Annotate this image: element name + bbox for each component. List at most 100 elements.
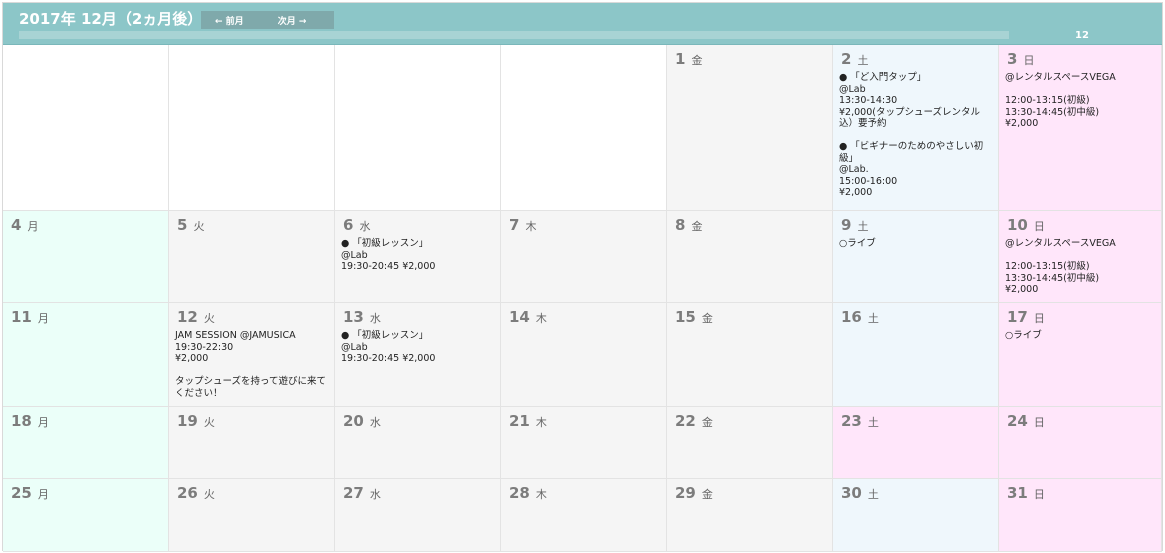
day-number-value: 15 [675,308,696,326]
day-cell[interactable]: 9 土 ○ライブ [833,211,999,303]
day-number-value: 25 [11,484,32,502]
day-number: 22 金 [675,412,713,430]
day-number-value: 5 [177,216,188,234]
day-number: 2土 [841,50,868,68]
day-number: 4月 [11,216,38,234]
day-number-value: 3 [1007,50,1018,68]
day-events: ● 「初級レッスン」 @Lab 19:30-20:45 ¥2,000 [341,330,436,364]
day-cell[interactable]: 18 月 [3,407,169,479]
day-number-value: 13 [343,308,364,326]
day-events: ● 「初級レッスン」 @Lab 19:30-20:45 ¥2,000 [341,238,436,272]
day-cell[interactable]: 16 土 [833,303,999,407]
weekday-label: 月 [37,416,49,429]
day-cell[interactable]: 8金 [667,211,833,303]
next-month-button[interactable]: 次月 → [278,14,307,27]
prev-month-button[interactable]: ← 前月 [215,14,244,27]
day-cell[interactable]: 13 水 ● 「初級レッスン」 @Lab 19:30-20:45 ¥2,000 [335,303,501,407]
weekday-label: 土 [867,488,879,501]
day-events: @レンタルスペースVEGA 12:00-13:15(初級) 13:30-14:4… [1005,238,1116,295]
day-cell[interactable]: 30 土 [833,479,999,552]
day-number-value: 9 [841,216,852,234]
day-cell[interactable]: 22 金 [667,407,833,479]
day-cell[interactable]: 7木 [501,211,667,303]
day-number-value: 14 [509,308,530,326]
weekday-label: 金 [701,416,713,429]
weekday-label: 火 [203,416,215,429]
day-number: 24 日 [1007,412,1045,430]
day-number: 30 土 [841,484,879,502]
day-cell[interactable]: 23 土 [833,407,999,479]
day-cell[interactable]: 25 月 [3,479,169,552]
day-cell[interactable]: 14 木 [501,303,667,407]
empty-day-cell [3,45,169,211]
day-cell[interactable]: 24 日 [999,407,1162,479]
day-cell[interactable]: 26 火 [169,479,335,552]
day-cell[interactable]: 4月 [3,211,169,303]
weekday-label: 日 [1033,416,1045,429]
day-cell[interactable]: 31 日 [999,479,1162,552]
weekday-label: 水 [369,312,381,325]
weekday-label: 金 [701,488,713,501]
day-number: 31 日 [1007,484,1045,502]
day-number-value: 31 [1007,484,1028,502]
day-cell[interactable]: 15 金 [667,303,833,407]
day-number-value: 24 [1007,412,1028,430]
day-number-value: 16 [841,308,862,326]
empty-day-cell [501,45,667,211]
day-number: 16 土 [841,308,879,326]
day-cell[interactable]: 27 水 [335,479,501,552]
day-cell[interactable]: 6 水 ● 「初級レッスン」 @Lab 19:30-20:45 ¥2,000 [335,211,501,303]
day-cell[interactable]: 28 木 [501,479,667,552]
day-number-value: 27 [343,484,364,502]
day-cell[interactable]: 2 土 ● 「ど入門タップ」 @Lab 13:30-14:30 ¥2,000(タップ… [833,45,999,211]
calendar-header: 2017年 12月（2ヵ月後） ← 前月 次月 → 12 [3,3,1162,45]
day-number-value: 12 [177,308,198,326]
weekday-label: 土 [867,312,879,325]
day-cell[interactable]: 29 金 [667,479,833,552]
day-cell[interactable]: 19 火 [169,407,335,479]
week-row: 1 金 2 土 ● 「ど入門タップ」 @Lab 13:30-14:30 ¥2,000(タ… [3,45,1162,211]
weekday-label: 火 [193,220,205,233]
day-number-value: 30 [841,484,862,502]
weekday-label: 水 [369,488,381,501]
day-number-value: 20 [343,412,364,430]
day-number-value: 22 [675,412,696,430]
day-number-value: 8 [675,216,686,234]
day-cell[interactable]: 10 日 @レンタルスペースVEGA 12:00-13:15(初級) 13:30-1… [999,211,1162,303]
day-cell[interactable]: 5火 [169,211,335,303]
day-number: 12 火 [177,308,215,326]
day-number-value: 17 [1007,308,1028,326]
day-number: 5火 [177,216,204,234]
day-cell[interactable]: 12 火 JAM SESSION @JAMUSICA 19:30-22:30 ¥2,… [169,303,335,407]
day-number: 26 火 [177,484,215,502]
day-cell[interactable]: 20 水 [335,407,501,479]
day-cell[interactable]: 21 木 [501,407,667,479]
weekday-label: 土 [857,220,869,233]
day-number: 21 木 [509,412,547,430]
day-cell[interactable]: 1金 [667,45,833,211]
weekday-label: 金 [691,220,703,233]
day-number: 7木 [509,216,536,234]
day-number: 10 日 [1007,216,1045,234]
weekday-label: 火 [203,488,215,501]
day-cell[interactable]: 17 日 ○ライブ [999,303,1162,407]
day-number-value: 26 [177,484,198,502]
weekday-label: 土 [857,54,869,67]
month-nav: ← 前月 次月 → [201,11,334,29]
day-cell[interactable]: 3 日 @レンタルスペースVEGA 12:00-13:15(初級) 13:30-14… [999,45,1162,211]
day-cell[interactable]: 11 月 [3,303,169,407]
weekday-label: 日 [1033,220,1045,233]
day-number-value: 1 [675,50,686,68]
weekday-label: 火 [203,312,215,325]
day-number-value: 6 [343,216,354,234]
day-events: ○ライブ [839,238,876,249]
weekday-label: 月 [37,488,49,501]
day-number: 15 金 [675,308,713,326]
weekday-label: 木 [525,220,537,233]
day-events: ● 「ど入門タップ」 @Lab 13:30-14:30 ¥2,000(タップシュ… [839,72,984,198]
day-number-value: 23 [841,412,862,430]
day-number: 23 土 [841,412,879,430]
day-number: 28 木 [509,484,547,502]
weekday-label: 金 [701,312,713,325]
day-number-value: 11 [11,308,32,326]
